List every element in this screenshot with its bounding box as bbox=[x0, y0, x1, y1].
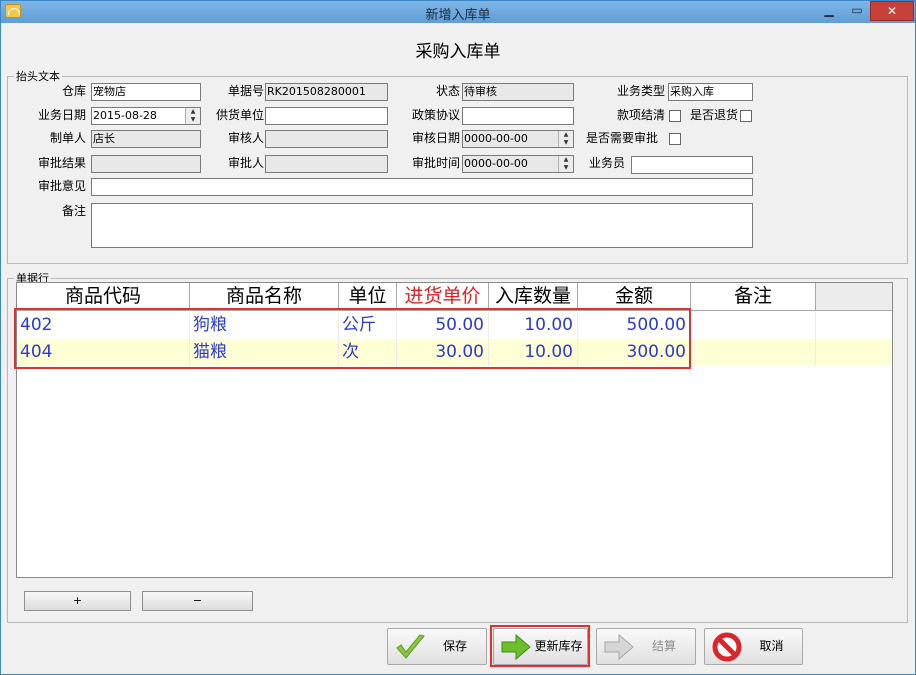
settle-button[interactable]: 结算 bbox=[596, 628, 696, 665]
spin-down-icon[interactable]: ▼ bbox=[559, 139, 573, 147]
warehouse-field[interactable]: 宠物店 bbox=[91, 83, 201, 101]
spin-down-icon[interactable]: ▼ bbox=[559, 164, 573, 172]
need-approval-checkbox[interactable] bbox=[669, 133, 681, 145]
approval-result-label: 审批结果 bbox=[37, 156, 86, 170]
approval-opinion-label: 审批意见 bbox=[37, 179, 86, 193]
spin-up-icon[interactable]: ▲ bbox=[559, 131, 573, 139]
approval-result-field bbox=[91, 155, 201, 173]
status-field: 待审核 bbox=[462, 83, 574, 101]
settled-checkbox[interactable] bbox=[669, 110, 681, 122]
remark-field[interactable] bbox=[91, 203, 753, 248]
warehouse-label: 仓库 bbox=[61, 84, 86, 98]
returned-label: 是否退货 bbox=[689, 108, 738, 122]
doc-no-field: RK201508280001 bbox=[265, 83, 388, 101]
supplier-field[interactable] bbox=[265, 107, 388, 125]
approver-field bbox=[265, 155, 388, 173]
cell-note[interactable] bbox=[691, 339, 816, 366]
header-filler bbox=[816, 283, 892, 311]
cancel-button-label: 取消 bbox=[759, 639, 784, 653]
column-header-amount[interactable]: 金额 bbox=[578, 283, 691, 311]
title-bar[interactable]: 新增入库单 ▁ ▭ ✕ bbox=[1, 1, 915, 23]
need-approval-label: 是否需要审批 bbox=[585, 131, 658, 145]
settled-label: 款项结清 bbox=[616, 108, 665, 122]
remark-label: 备注 bbox=[61, 204, 86, 218]
spin-down-icon[interactable]: ▼ bbox=[186, 116, 200, 124]
supplier-label: 供货单位 bbox=[215, 108, 264, 122]
review-date-label: 审核日期 bbox=[411, 131, 460, 145]
review-date-field: 0000-00-00 ▲ ▼ bbox=[462, 130, 574, 148]
creator-label: 制单人 bbox=[49, 131, 86, 145]
spin-up-icon[interactable]: ▲ bbox=[186, 108, 200, 116]
salesman-label: 业务员 bbox=[588, 156, 625, 170]
approver-label: 审批人 bbox=[227, 156, 264, 170]
biz-type-field[interactable]: 采购入库 bbox=[668, 83, 753, 101]
column-header-price[interactable]: 进货单价 bbox=[397, 283, 489, 311]
close-button[interactable]: ✕ bbox=[870, 1, 914, 21]
window: 新增入库单 ▁ ▭ ✕ 采购入库单 抬头文本 仓库 宠物店 单据号 RK2015… bbox=[0, 0, 916, 675]
approval-time-field: 0000-00-00 ▲ ▼ bbox=[462, 155, 574, 173]
reviewer-field bbox=[265, 130, 388, 148]
arrow-right-disabled-icon bbox=[604, 633, 634, 661]
form-title: 采购入库单 bbox=[415, 42, 501, 62]
reviewer-label: 审核人 bbox=[227, 131, 264, 145]
salesman-field[interactable] bbox=[631, 156, 753, 174]
review-date-value: 0000-00-00 bbox=[464, 132, 528, 145]
doc-no-label: 单据号 bbox=[227, 84, 264, 98]
status-label: 状态 bbox=[435, 84, 460, 98]
update-stock-highlight-box bbox=[490, 625, 590, 667]
biz-date-field[interactable]: 2015-08-28 ▲ ▼ bbox=[91, 107, 201, 125]
remove-row-button[interactable]: − bbox=[142, 591, 253, 611]
window-title: 新增入库单 bbox=[425, 8, 491, 23]
biz-date-value: 2015-08-28 bbox=[93, 109, 157, 122]
save-button-label: 保存 bbox=[442, 639, 467, 653]
approval-time-spinner[interactable]: ▲ ▼ bbox=[558, 156, 573, 172]
maximize-button[interactable]: ▭ bbox=[845, 1, 869, 21]
biz-date-spinner[interactable]: ▲ ▼ bbox=[185, 108, 200, 124]
cancel-button[interactable]: 取消 bbox=[704, 628, 803, 665]
approval-time-value: 0000-00-00 bbox=[464, 157, 528, 170]
column-header-name[interactable]: 商品名称 bbox=[190, 283, 339, 311]
returned-checkbox[interactable] bbox=[740, 110, 752, 122]
settle-button-label: 结算 bbox=[651, 639, 676, 653]
checkmark-icon bbox=[396, 634, 425, 659]
creator-field: 店长 bbox=[91, 130, 201, 148]
rows-highlight-box bbox=[14, 308, 691, 369]
cancel-icon bbox=[712, 632, 742, 662]
save-button[interactable]: 保存 bbox=[387, 628, 487, 665]
column-header-qty[interactable]: 入库数量 bbox=[489, 283, 578, 311]
policy-field[interactable] bbox=[462, 107, 574, 125]
cell-note[interactable] bbox=[691, 312, 816, 339]
column-header-note[interactable]: 备注 bbox=[691, 283, 816, 311]
column-header-unit[interactable]: 单位 bbox=[339, 283, 397, 311]
approval-opinion-field[interactable] bbox=[91, 178, 753, 196]
policy-label: 政策协议 bbox=[411, 108, 460, 122]
biz-date-label: 业务日期 bbox=[37, 108, 86, 122]
column-header-code[interactable]: 商品代码 bbox=[17, 283, 190, 311]
spin-up-icon[interactable]: ▲ bbox=[559, 156, 573, 164]
add-row-button[interactable]: + bbox=[24, 591, 131, 611]
minimize-button[interactable]: ▁ bbox=[817, 1, 841, 21]
approval-time-label: 审批时间 bbox=[411, 156, 460, 170]
biz-type-label: 业务类型 bbox=[616, 84, 665, 98]
review-date-spinner[interactable]: ▲ ▼ bbox=[558, 131, 573, 147]
